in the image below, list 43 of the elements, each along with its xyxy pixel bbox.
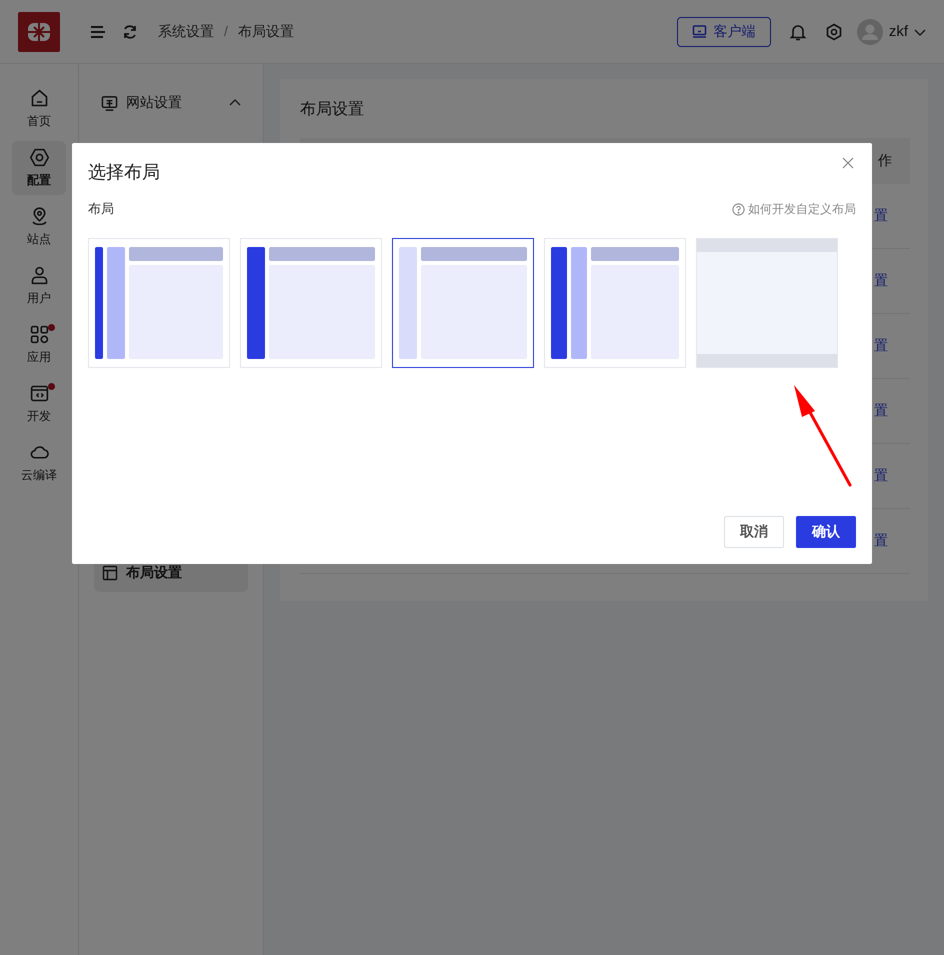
help-link[interactable]: 如何开发自定义布局: [732, 200, 856, 218]
nav-item[interactable]: 应用: [12, 318, 66, 372]
layout-icon: [102, 564, 118, 580]
cancel-button[interactable]: 取消: [724, 516, 784, 548]
breadcrumb-item[interactable]: 布局设置: [238, 22, 294, 40]
user-name[interactable]: zkf: [888, 23, 908, 40]
logo-icon: [18, 12, 60, 52]
nav-item[interactable]: 配置: [12, 141, 66, 195]
client-button[interactable]: 客户端: [676, 16, 771, 46]
monitor-icon: [101, 94, 118, 112]
monitor-icon: [692, 25, 708, 38]
field-label: 布局: [88, 200, 114, 218]
refresh-icon[interactable]: [122, 24, 138, 40]
settings-icon[interactable]: [824, 22, 843, 40]
nav-item[interactable]: 站点: [12, 200, 66, 254]
action-link[interactable]: 置: [874, 272, 888, 290]
menu-icon[interactable]: [90, 24, 106, 40]
dialog-title: 选择布局: [88, 161, 160, 184]
nav-item[interactable]: 云编译: [12, 436, 66, 490]
action-link[interactable]: 置: [874, 207, 888, 225]
action-link[interactable]: 置: [874, 532, 888, 550]
confirm-button[interactable]: 确认: [796, 516, 856, 548]
user-icon: [28, 265, 50, 286]
help-icon: [732, 202, 745, 216]
menu-group-label: 网站设置: [126, 94, 182, 112]
nav-item[interactable]: 用户: [12, 259, 66, 313]
hexagon-icon: [28, 147, 50, 168]
home-icon: [28, 88, 50, 109]
code-icon: [28, 383, 50, 404]
apps-icon: [28, 324, 50, 345]
close-icon[interactable]: [842, 157, 854, 169]
page-title: 布局设置: [300, 100, 365, 120]
action-link[interactable]: 置: [874, 467, 888, 485]
nav-item[interactable]: 开发: [12, 377, 66, 431]
bell-icon[interactable]: [788, 22, 807, 40]
column-header: 作: [878, 152, 892, 170]
menu-group[interactable]: 网站设置: [94, 78, 248, 128]
breadcrumb-separator: /: [224, 22, 228, 40]
nav-item[interactable]: 首页: [12, 82, 66, 136]
action-link[interactable]: 置: [874, 337, 888, 355]
breadcrumb-item[interactable]: 系统设置: [158, 22, 214, 40]
action-link[interactable]: 置: [874, 402, 888, 420]
layout-option[interactable]: [392, 238, 534, 368]
